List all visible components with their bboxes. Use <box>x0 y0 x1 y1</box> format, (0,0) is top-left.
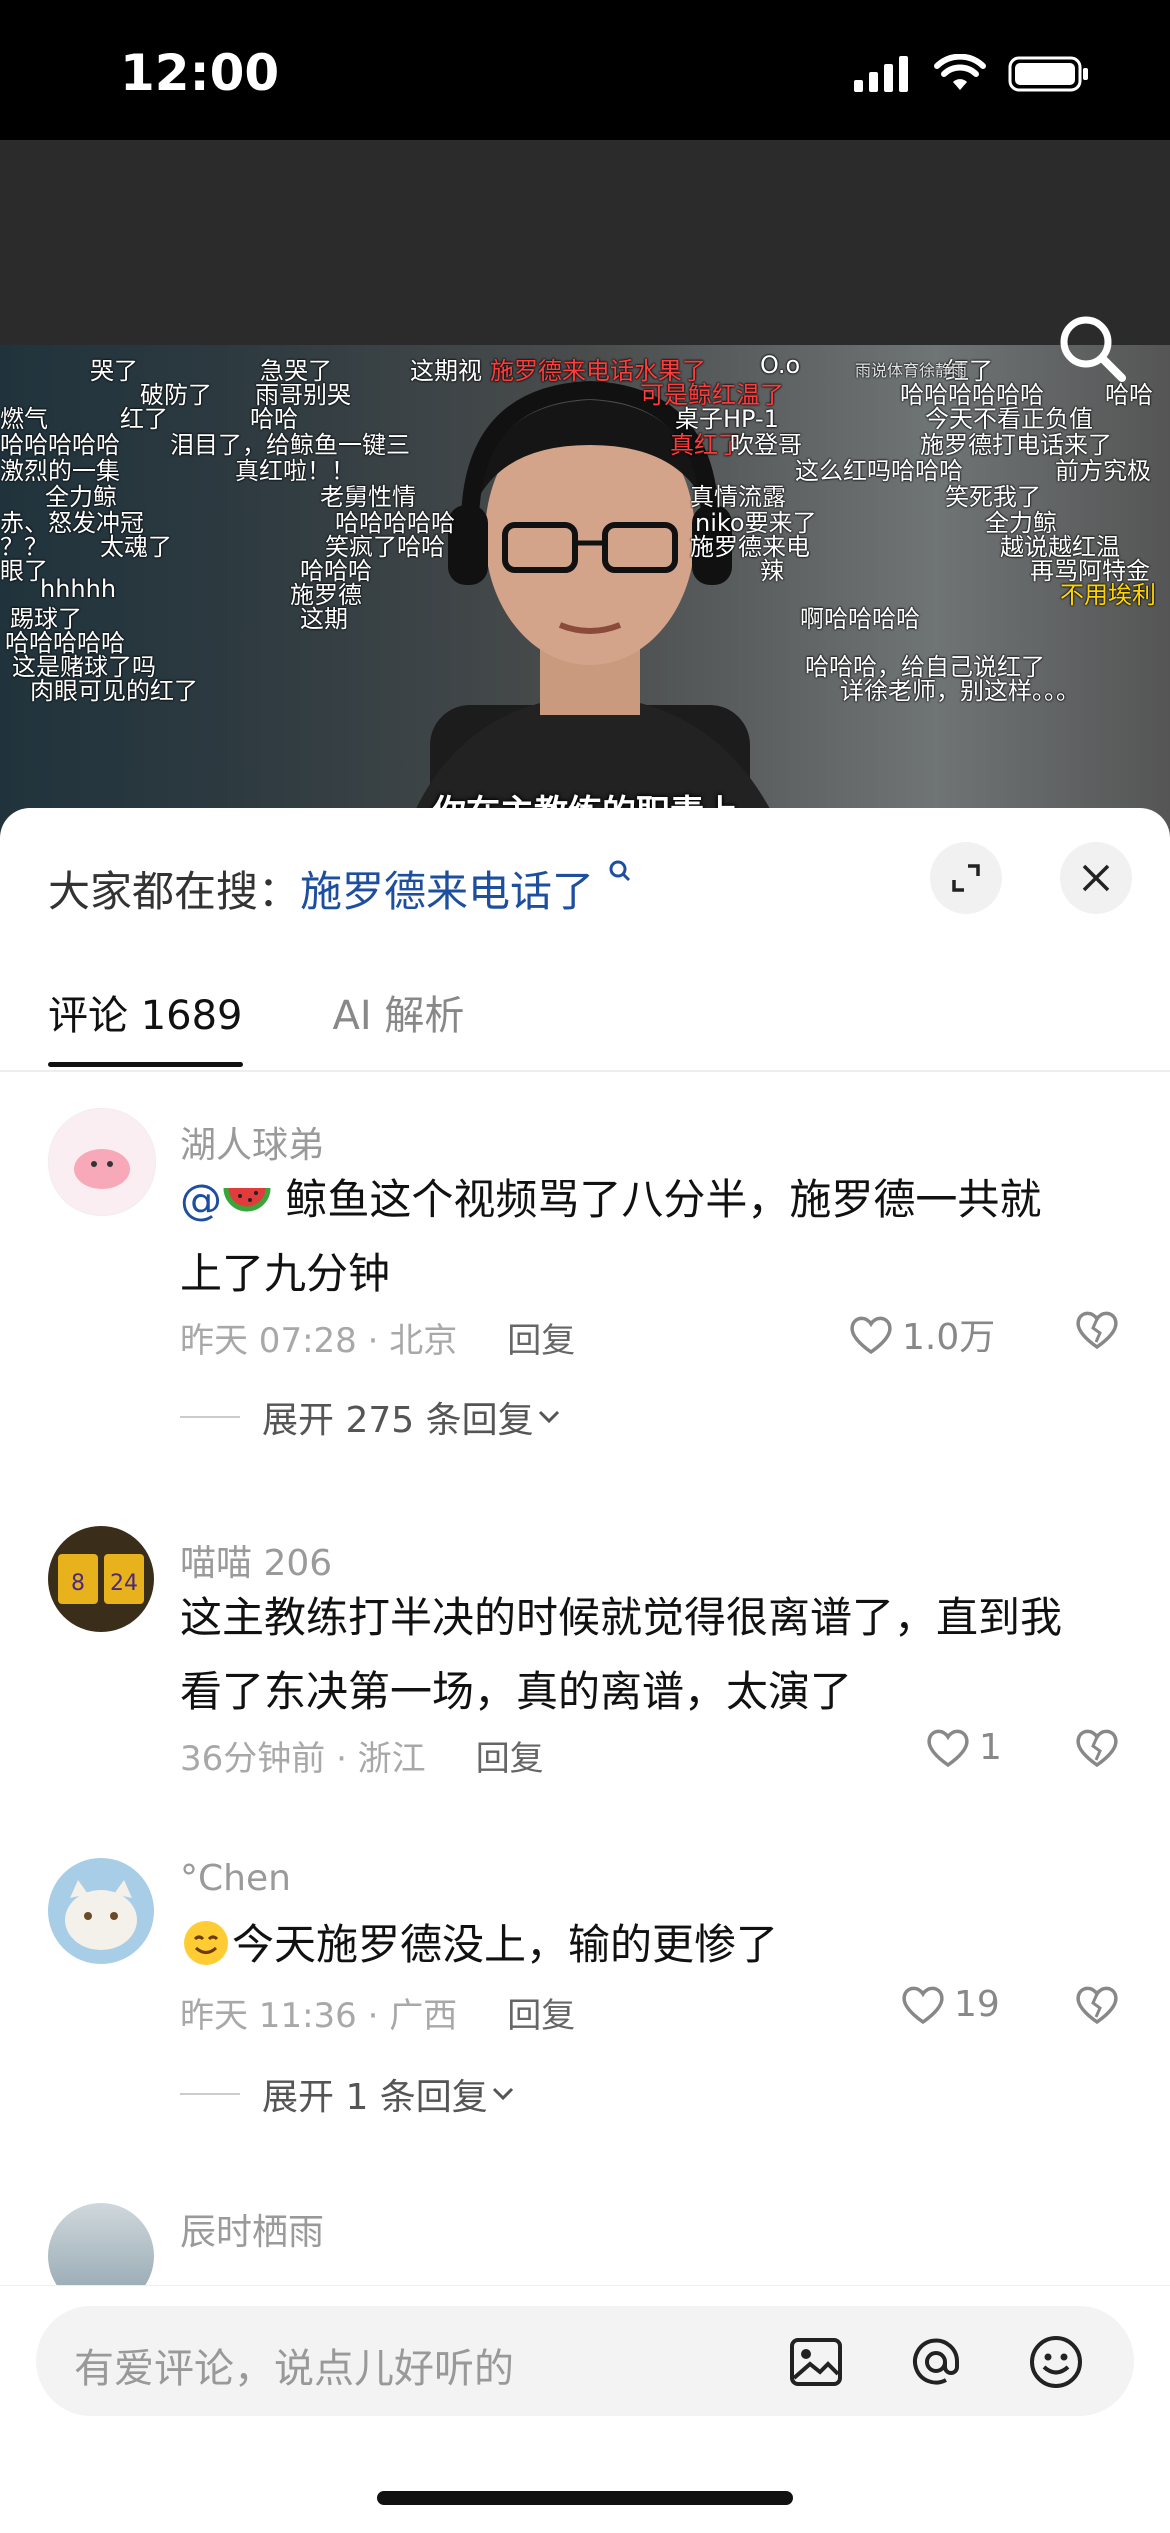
comment-author[interactable]: 辰时栖雨 <box>180 2203 324 2255</box>
hot-search-label: 大家都在搜： <box>48 867 301 916</box>
dislike-icon[interactable] <box>1074 1983 1120 2025</box>
expand-icon <box>952 864 980 892</box>
comment-text-line1: 这主教练打半决的时候就觉得很离谱了，直到我 <box>180 1593 1063 1642</box>
hot-search-banner[interactable]: 大家都在搜：施罗德来电话了 <box>48 858 633 919</box>
expand-replies-label: 展开 1 条回复 <box>262 2077 488 2118</box>
comment-time: 昨天 07:28 · 北京 <box>180 1321 458 1361</box>
comment-text: 今天施罗德没上，输的更惨了 <box>180 1908 1120 1982</box>
smile-emoji-icon <box>184 1921 228 1965</box>
comment-mention[interactable]: @ <box>180 1175 222 1224</box>
heart-icon <box>850 1316 892 1355</box>
battery-icon <box>1008 56 1088 92</box>
comment-author[interactable]: °Chen <box>180 1858 291 1899</box>
danmaku-comment: 哭了 <box>90 357 138 385</box>
comment-author[interactable]: 喵喵 206 <box>180 1534 332 1586</box>
comment-meta: 36分钟前 · 浙江 回复 <box>180 1731 544 1780</box>
danmaku-comment: 这么红吗哈哈哈 <box>795 457 963 485</box>
comment-text: @ 鲸鱼这个视频骂了八分半，施罗德一共就 上了九分钟 <box>180 1163 1120 1311</box>
comment-input-bar: 有爱评论，说点儿好听的 <box>0 2285 1170 2533</box>
dislike-icon[interactable] <box>1074 1726 1120 1768</box>
search-icon[interactable] <box>1054 310 1130 386</box>
comment-text-line2: 上了九分钟 <box>180 1249 391 1298</box>
comment-input[interactable]: 有爱评论，说点儿好听的 <box>36 2306 1134 2416</box>
comment-meta: 昨天 07:28 · 北京 回复 <box>180 1313 575 1362</box>
danmaku-comment: 详徐老师，别这样。。。 <box>840 677 1080 705</box>
heart-icon <box>927 1729 969 1768</box>
watermelon-emoji-icon <box>223 1187 271 1212</box>
comment-time: 36分钟前 · 浙江 <box>180 1739 426 1779</box>
sheet-tabs: 评论 1689 AI 解析 <box>48 983 464 1067</box>
reply-button[interactable]: 回复 <box>476 1731 544 1780</box>
comment-author[interactable]: 湖人球弟 <box>180 1116 324 1168</box>
tab-comments[interactable]: 评论 1689 <box>48 983 243 1067</box>
chevron-down-icon <box>492 2087 513 2101</box>
comment-time: 昨天 11:36 · 广西 <box>180 1996 458 2036</box>
image-icon[interactable] <box>786 2332 846 2392</box>
video-player[interactable]: 哭了 急哭了 这期视 施罗德来电话水果了 O.o 红了 破防了 雨哥别哭 可是鲸红温了 哈哈哈哈哈… <box>0 140 1170 885</box>
avatar[interactable] <box>48 1108 156 1216</box>
danmaku-comment: 雨说体育徐静雨 <box>855 361 968 380</box>
expand-replies[interactable]: 展开 275 条回复 <box>180 1391 564 1443</box>
status-icons <box>852 54 1090 94</box>
tab-ai-analysis[interactable]: AI 解析 <box>333 983 465 1067</box>
comment-text-line1: 鲸鱼这个视频骂了八分半，施罗德一共就 <box>272 1175 1042 1224</box>
like-count: 1.0万 <box>902 1317 996 1358</box>
comment-text-line1: 今天施罗德没上，输的更惨了 <box>232 1920 779 1969</box>
like-button[interactable]: 19 <box>900 1983 1000 2025</box>
home-indicator <box>377 2491 793 2505</box>
avatar[interactable] <box>48 1858 154 1964</box>
like-button[interactable]: 1.0万 <box>848 1308 995 1360</box>
danmaku-comment: 不用埃利 <box>1060 581 1156 609</box>
hot-search-keyword[interactable]: 施罗德来电话了 <box>300 867 594 916</box>
like-count: 19 <box>954 1983 1000 2025</box>
svg-text:8: 8 <box>71 1571 85 1596</box>
at-mention-icon[interactable] <box>906 2332 966 2392</box>
expand-replies[interactable]: 展开 1 条回复 <box>180 2068 518 2120</box>
danmaku-comment: 太魂了 <box>100 533 172 561</box>
comment-text-line2: 看了东决第一场，真的离谱，太演了 <box>180 1667 853 1716</box>
signal-icon <box>854 56 908 92</box>
wifi-icon <box>934 54 986 90</box>
comment-text: 这主教练打半决的时候就觉得很离谱了，直到我 看了东决第一场，真的离谱，太演了 <box>180 1581 1120 1729</box>
svg-text:24: 24 <box>110 1571 138 1596</box>
comment-sheet: 大家都在搜：施罗德来电话了 评论 1689 AI 解析 湖人球弟 @ 鲸鱼这个视… <box>0 808 1170 2532</box>
small-search-icon <box>609 860 631 882</box>
danmaku-comment: 肉眼可见的红了 <box>30 677 198 705</box>
danmaku-comment: 辣 <box>760 557 784 585</box>
close-sheet-button[interactable] <box>1060 842 1132 914</box>
reply-button[interactable]: 回复 <box>507 1988 575 2037</box>
dislike-icon[interactable] <box>1074 1308 1120 1350</box>
danmaku-comment: 这期 <box>300 605 348 633</box>
status-bar: 12:00 <box>0 0 1170 140</box>
close-icon <box>1082 864 1110 892</box>
chevron-down-icon <box>538 1410 559 1424</box>
like-count: 1 <box>979 1726 1002 1768</box>
avatar[interactable]: 8 24 <box>48 1526 154 1632</box>
comment-meta: 昨天 11:36 · 广西 回复 <box>180 1988 575 2037</box>
comment-input-placeholder: 有爱评论，说点儿好听的 <box>74 2346 514 2392</box>
danmaku-comment: 红了 <box>120 405 168 433</box>
danmaku-comment: 这期视 <box>410 357 482 385</box>
status-time: 12:00 <box>120 44 280 102</box>
danmaku-comment: 吹登哥 <box>730 431 802 459</box>
expand-sheet-button[interactable] <box>930 842 1002 914</box>
heart-icon <box>902 1986 944 2025</box>
emoji-icon[interactable] <box>1026 2332 1086 2392</box>
reply-button[interactable]: 回复 <box>507 1313 575 1362</box>
danmaku-comment: 啊哈哈哈哈 <box>800 605 920 633</box>
video-frame: 哭了 急哭了 这期视 施罗德来电话水果了 O.o 红了 破防了 雨哥别哭 可是鲸红温了 哈哈哈哈哈… <box>0 345 1170 885</box>
like-button[interactable]: 1 <box>925 1726 1002 1768</box>
danmaku-comment: 前方究极 <box>1055 457 1151 485</box>
danmaku-comment: 施罗德来电 <box>690 533 810 561</box>
expand-replies-label: 展开 275 条回复 <box>262 1400 534 1441</box>
tab-divider <box>0 1070 1170 1072</box>
